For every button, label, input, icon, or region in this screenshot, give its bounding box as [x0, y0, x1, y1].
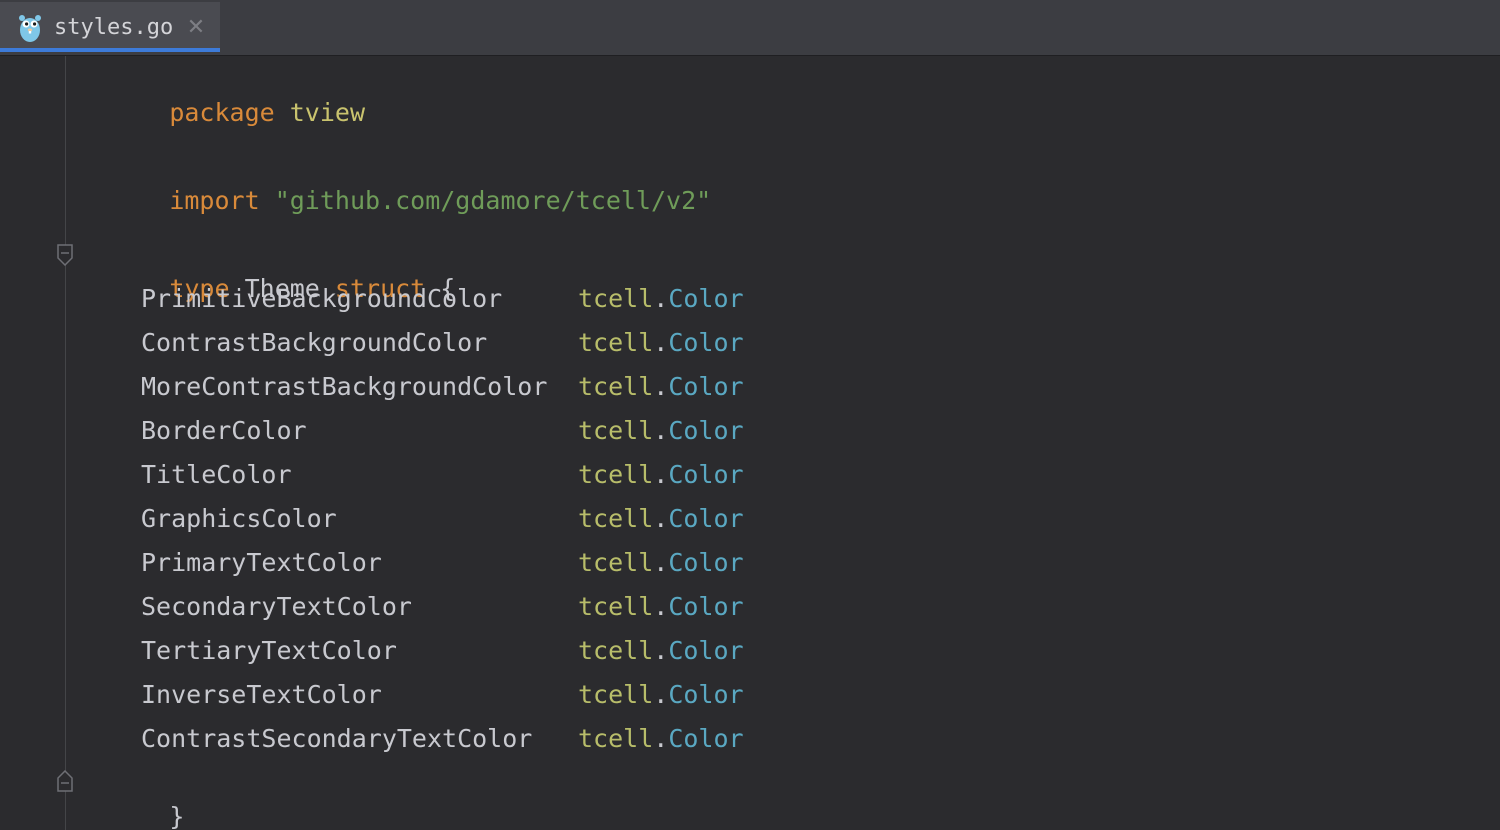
- fold-collapse-icon[interactable]: [56, 244, 74, 266]
- field-type: tcell.Color: [578, 590, 744, 624]
- field-type-name: Color: [668, 328, 744, 357]
- field-name: ContrastSecondaryTextColor: [141, 724, 533, 753]
- code-line-close-brace: }: [79, 766, 184, 830]
- field-name: MoreContrastBackgroundColor: [141, 372, 548, 401]
- close-icon[interactable]: ✕: [186, 14, 206, 42]
- field-type: tcell.Color: [578, 370, 744, 404]
- struct-field-line: GraphicsColor tcell.Color: [79, 502, 979, 536]
- field-type-name: Color: [668, 284, 744, 313]
- code-line-package: package tview: [79, 62, 365, 127]
- field-type-package: tcell: [578, 636, 654, 665]
- struct-field-line: BorderColor tcell.Color: [79, 414, 979, 448]
- import-path: "github.com/gdamore/tcell/v2": [274, 186, 712, 215]
- field-type-dot: .: [653, 372, 669, 401]
- field-type-name: Color: [668, 372, 744, 401]
- field-name: BorderColor: [141, 416, 307, 445]
- field-type-package: tcell: [578, 460, 654, 489]
- editor-gutter: [0, 56, 66, 830]
- field-type-package: tcell: [578, 592, 654, 621]
- field-type: tcell.Color: [578, 326, 744, 360]
- field-type: tcell.Color: [578, 546, 744, 580]
- field-name: TertiaryTextColor: [141, 636, 397, 665]
- keyword-package: package: [169, 98, 275, 127]
- field-type-dot: .: [653, 284, 669, 313]
- field-type-dot: .: [653, 416, 669, 445]
- field-type-package: tcell: [578, 504, 654, 533]
- struct-field-line: TertiaryTextColor tcell.Color: [79, 634, 979, 668]
- tab-bar: styles.go ✕: [0, 0, 1500, 56]
- field-type-name: Color: [668, 504, 744, 533]
- field-type-name: Color: [668, 680, 744, 709]
- editor-window: styles.go ✕ package tview import "github…: [0, 0, 1500, 830]
- field-name: SecondaryTextColor: [141, 592, 412, 621]
- tab-styles-go[interactable]: styles.go ✕: [0, 2, 220, 52]
- field-type-name: Color: [668, 460, 744, 489]
- field-type-package: tcell: [578, 284, 654, 313]
- struct-field-line: MoreContrastBackgroundColor tcell.Color: [79, 370, 979, 404]
- field-type-dot: .: [653, 724, 669, 753]
- field-type-name: Color: [668, 636, 744, 665]
- field-type-dot: .: [653, 328, 669, 357]
- code-line-import: import "github.com/gdamore/tcell/v2": [79, 150, 711, 215]
- close-brace: }: [169, 802, 185, 830]
- struct-field-line: PrimaryTextColor tcell.Color: [79, 546, 979, 580]
- fold-end-icon[interactable]: [56, 770, 74, 792]
- keyword-import: import: [169, 186, 260, 215]
- field-type-dot: .: [653, 460, 669, 489]
- struct-field-line: PrimitiveBackgroundColor tcell.Color: [79, 282, 979, 316]
- field-type: tcell.Color: [578, 282, 744, 316]
- code-line-type-decl: type Theme struct {: [79, 238, 455, 303]
- field-type-package: tcell: [578, 548, 654, 577]
- field-type: tcell.Color: [578, 678, 744, 712]
- field-type-dot: .: [653, 636, 669, 665]
- field-type-package: tcell: [578, 724, 654, 753]
- field-type-package: tcell: [578, 372, 654, 401]
- field-name: GraphicsColor: [141, 504, 337, 533]
- struct-field-line: ContrastBackgroundColor tcell.Color: [79, 326, 979, 360]
- field-type: tcell.Color: [578, 458, 744, 492]
- field-name: PrimitiveBackgroundColor: [141, 284, 503, 313]
- field-name: InverseTextColor: [141, 680, 382, 709]
- field-type: tcell.Color: [578, 722, 744, 756]
- struct-field-line: TitleColor tcell.Color: [79, 458, 979, 492]
- field-type-name: Color: [668, 592, 744, 621]
- field-type-name: Color: [668, 416, 744, 445]
- field-type: tcell.Color: [578, 414, 744, 448]
- field-type-dot: .: [653, 504, 669, 533]
- tab-title: styles.go: [54, 15, 174, 40]
- package-name: tview: [289, 98, 365, 127]
- field-type-dot: .: [653, 548, 669, 577]
- field-type-name: Color: [668, 724, 744, 753]
- struct-field-line: ContrastSecondaryTextColor tcell.Color: [79, 722, 979, 756]
- struct-field-line: InverseTextColor tcell.Color: [79, 678, 979, 712]
- field-type-package: tcell: [578, 680, 654, 709]
- code-editor[interactable]: package tview import "github.com/gdamore…: [79, 56, 1479, 830]
- gopher-icon: [19, 15, 41, 42]
- field-type-dot: .: [653, 680, 669, 709]
- struct-field-line: SecondaryTextColor tcell.Color: [79, 590, 979, 624]
- field-name: TitleColor: [141, 460, 292, 489]
- field-type-package: tcell: [578, 328, 654, 357]
- field-type-dot: .: [653, 592, 669, 621]
- field-type-package: tcell: [578, 416, 654, 445]
- field-type: tcell.Color: [578, 502, 744, 536]
- field-type-name: Color: [668, 548, 744, 577]
- field-name: PrimaryTextColor: [141, 548, 382, 577]
- field-name: ContrastBackgroundColor: [141, 328, 488, 357]
- field-type: tcell.Color: [578, 634, 744, 668]
